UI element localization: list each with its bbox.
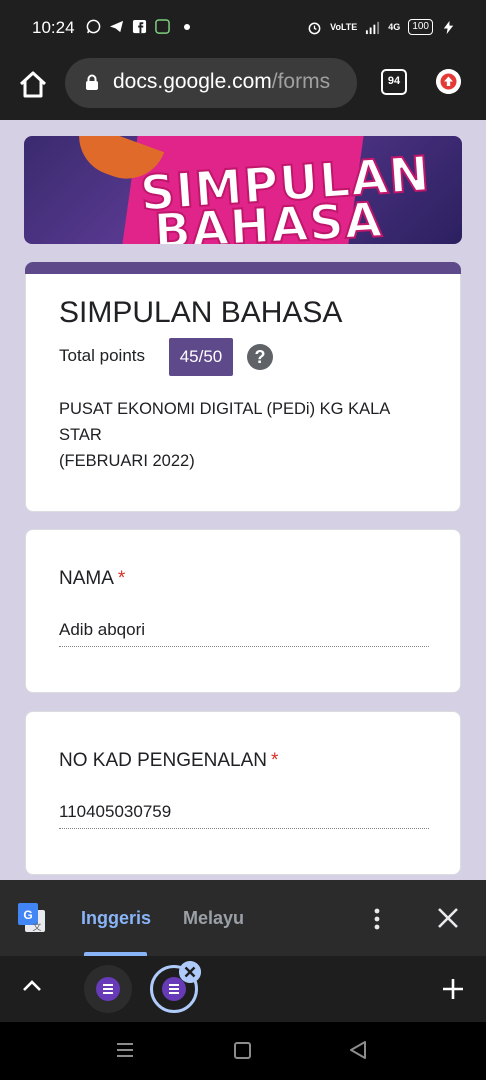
- required-marker: *: [117, 568, 126, 589]
- tab-strip: [0, 956, 486, 1022]
- google-translate-icon: G文: [18, 903, 45, 932]
- form-description: PUSAT EKONOMI DIGITAL (PEDi) KG KALA STA…: [59, 396, 439, 474]
- volte-icon: VoLTE: [330, 21, 358, 32]
- more-notifications-dot: [184, 23, 190, 30]
- recent-apps-icon[interactable]: [116, 1042, 134, 1058]
- description-line: (FEBRUARI 2022): [59, 452, 195, 470]
- back-icon[interactable]: [348, 1040, 368, 1060]
- tab-google-forms[interactable]: [84, 965, 132, 1013]
- tab-switcher-button[interactable]: 94: [381, 69, 407, 95]
- chevron-up-icon[interactable]: [22, 978, 42, 992]
- form-title: SIMPULAN BAHASA: [59, 296, 343, 329]
- help-icon[interactable]: ?: [247, 344, 273, 370]
- notification-icons: [86, 19, 190, 34]
- card-accent-bar: [25, 262, 461, 274]
- question-label: NAMA *: [59, 568, 125, 590]
- description-line: PUSAT EKONOMI DIGITAL (PEDi) KG KALA: [59, 400, 391, 418]
- question-text: NO KAD PENGENALAN: [59, 750, 267, 771]
- more-vert-icon[interactable]: [370, 907, 384, 931]
- total-points-label: Total points: [59, 346, 145, 365]
- system-icons: VoLTE 4G 100: [307, 19, 456, 35]
- facebook-icon: [132, 19, 147, 34]
- form-header-card: SIMPULAN BAHASA Total points 45/50 ? PUS…: [25, 262, 461, 512]
- question-card-nama: NAMA * Adib abqori: [25, 529, 461, 693]
- status-bar: 10:24 VoLTE 4G 100: [0, 0, 486, 58]
- charging-icon: [443, 20, 454, 34]
- url-text: docs.google.com/forms: [113, 70, 330, 94]
- browser-toolbar: docs.google.com/forms 94: [0, 58, 486, 120]
- description-line: STAR: [59, 426, 102, 444]
- question-text: NAMA: [59, 568, 114, 589]
- address-bar[interactable]: docs.google.com/forms: [65, 58, 357, 108]
- close-icon[interactable]: [437, 907, 459, 929]
- lock-icon: [86, 74, 98, 90]
- status-time: 10:24: [32, 18, 75, 37]
- close-tab-icon[interactable]: [179, 961, 201, 983]
- alarm-icon: [308, 22, 321, 34]
- translate-bar: G文 Inggeris Melayu: [0, 880, 486, 956]
- question-label: NO KAD PENGENALAN *: [59, 750, 278, 772]
- language-tab-english[interactable]: Inggeris: [81, 908, 151, 929]
- form-header-banner: SIMPULAN BAHASA: [24, 136, 462, 244]
- whatsapp-icon: [86, 19, 101, 34]
- battery-indicator: 100: [408, 19, 433, 35]
- home-icon[interactable]: [16, 68, 50, 102]
- google-forms-icon: [96, 977, 120, 1001]
- signal-icon: [366, 21, 380, 34]
- network-type: 4G: [388, 21, 401, 32]
- plus-icon[interactable]: [442, 978, 464, 1000]
- home-nav-icon[interactable]: [234, 1042, 251, 1059]
- points-badge: 45/50: [169, 338, 233, 376]
- system-navigation-bar: [0, 1022, 486, 1080]
- telegram-icon: [109, 20, 124, 33]
- url-path: /forms: [271, 70, 331, 93]
- question-card-ic: NO KAD PENGENALAN * 110405030759: [25, 711, 461, 875]
- svg-text:G: G: [23, 908, 32, 922]
- answer-field-nama[interactable]: Adib abqori: [59, 620, 429, 647]
- form-page: SIMPULAN BAHASA SIMPULAN BAHASA Total po…: [0, 120, 486, 880]
- app-notification-icon: [155, 19, 170, 34]
- svg-text:文: 文: [32, 921, 41, 932]
- answer-field-ic[interactable]: 110405030759: [59, 802, 429, 829]
- language-tab-malay[interactable]: Melayu: [183, 908, 244, 929]
- update-arrow-icon[interactable]: [436, 69, 461, 94]
- url-domain: docs.google.com: [113, 70, 272, 93]
- required-marker: *: [271, 750, 279, 771]
